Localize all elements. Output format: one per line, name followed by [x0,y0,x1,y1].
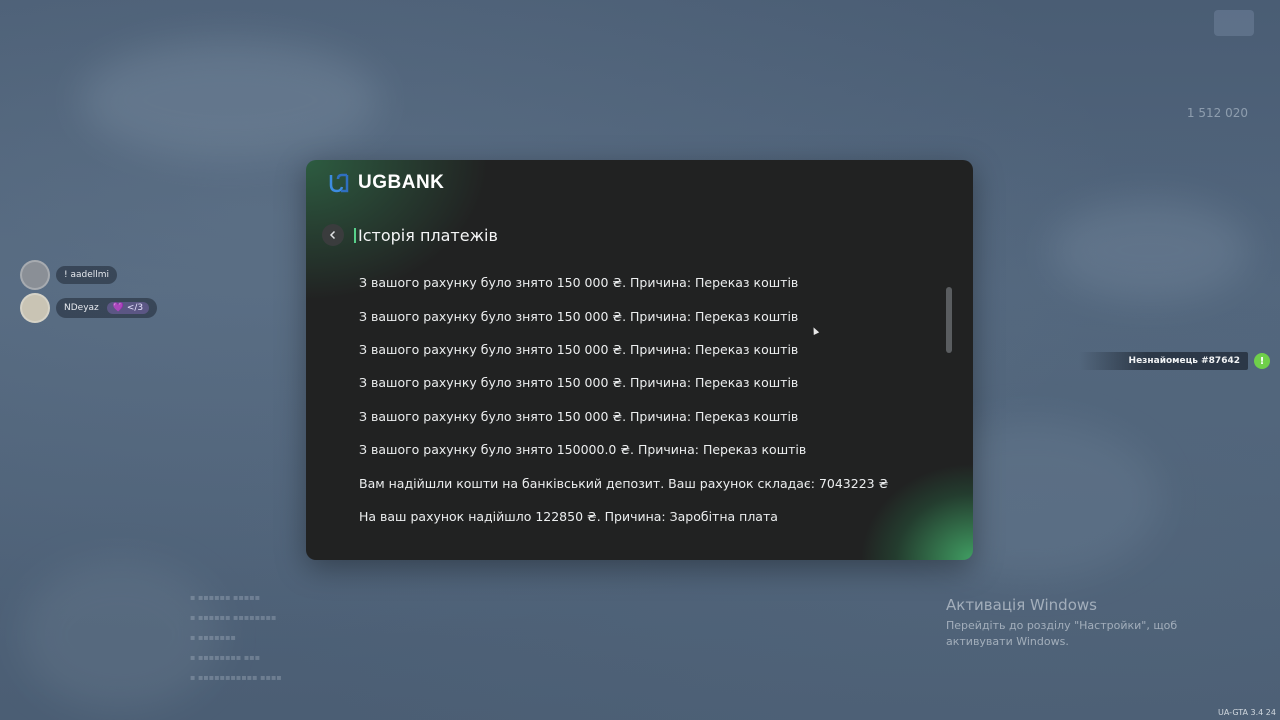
minimap-area: ▪ ▪▪▪▪▪▪ ▪▪▪▪▪ ▪ ▪▪▪▪▪▪ ▪▪▪▪▪▪▪▪ ▪ ▪▪▪▪▪… [190,593,282,682]
brand-name: UGBANK [358,172,445,193]
stranger-tag: Незнайомець #87642 ! [1078,352,1270,370]
page-title-text: Історія платежів [358,225,498,245]
list-item: Вам надійшли кошти на банківський депози… [359,475,889,491]
alert-icon: ! [1254,353,1270,369]
stranger-label: Незнайомець #87642 [1078,352,1248,370]
chevron-left-icon [329,230,336,240]
ugbank-logo-icon [329,173,349,193]
list-item: На ваш рахунок надійшло 122850 ₴. Причин… [359,508,778,524]
list-item: З вашого рахунку було знято 150 000 ₴. П… [359,341,799,357]
version-label: UA-GTA 3.4 24 [1218,708,1276,717]
avatar [20,293,50,323]
player-name-tag: ! aadellmi [56,266,118,284]
page-title: Історія платежів [354,226,498,245]
list-item: З вашого рахунку було знято 150 000 ₴. П… [359,408,799,424]
list-item: З вашого рахунку було знято 150000.0 ₴. … [359,442,807,458]
hud-money: 1 512 020 [1186,106,1248,120]
transaction-list[interactable]: З вашого рахунку було знято 150 000 ₴. П… [359,266,919,533]
server-logo [1214,10,1254,36]
bank-brand: UGBANK [328,172,444,194]
player-name: NDeyaz [64,303,99,313]
player-name: ! aadellmi [64,270,110,280]
page-header: Історія платежів [322,224,498,246]
activation-message: Перейдіть до розділу "Настройки", щоб ак… [946,619,1178,648]
list-item: З вашого рахунку було знято 150 000 ₴. П… [359,308,799,324]
player-entry: ! aadellmi [20,260,118,290]
list-item: З вашого рахунку було знято 150 000 ₴. П… [359,375,799,391]
activation-title: Активація Windows [946,596,1097,614]
avatar [20,260,50,290]
windows-activation-watermark: Активація Windows Перейдіть до розділу "… [946,596,1246,650]
list-item: З вашого рахунку було знято 150 000 ₴. П… [359,275,799,291]
scrollbar-thumb[interactable] [946,287,952,353]
bank-panel: UGBANK Історія платежів З вашого рахунку… [306,160,973,560]
back-button[interactable] [322,224,344,246]
player-entry: NDeyaz 💜 </3 [20,293,158,323]
player-badge: 💜 </3 [106,302,150,314]
title-accent [354,227,356,243]
player-name-tag: NDeyaz 💜 </3 [56,298,158,318]
